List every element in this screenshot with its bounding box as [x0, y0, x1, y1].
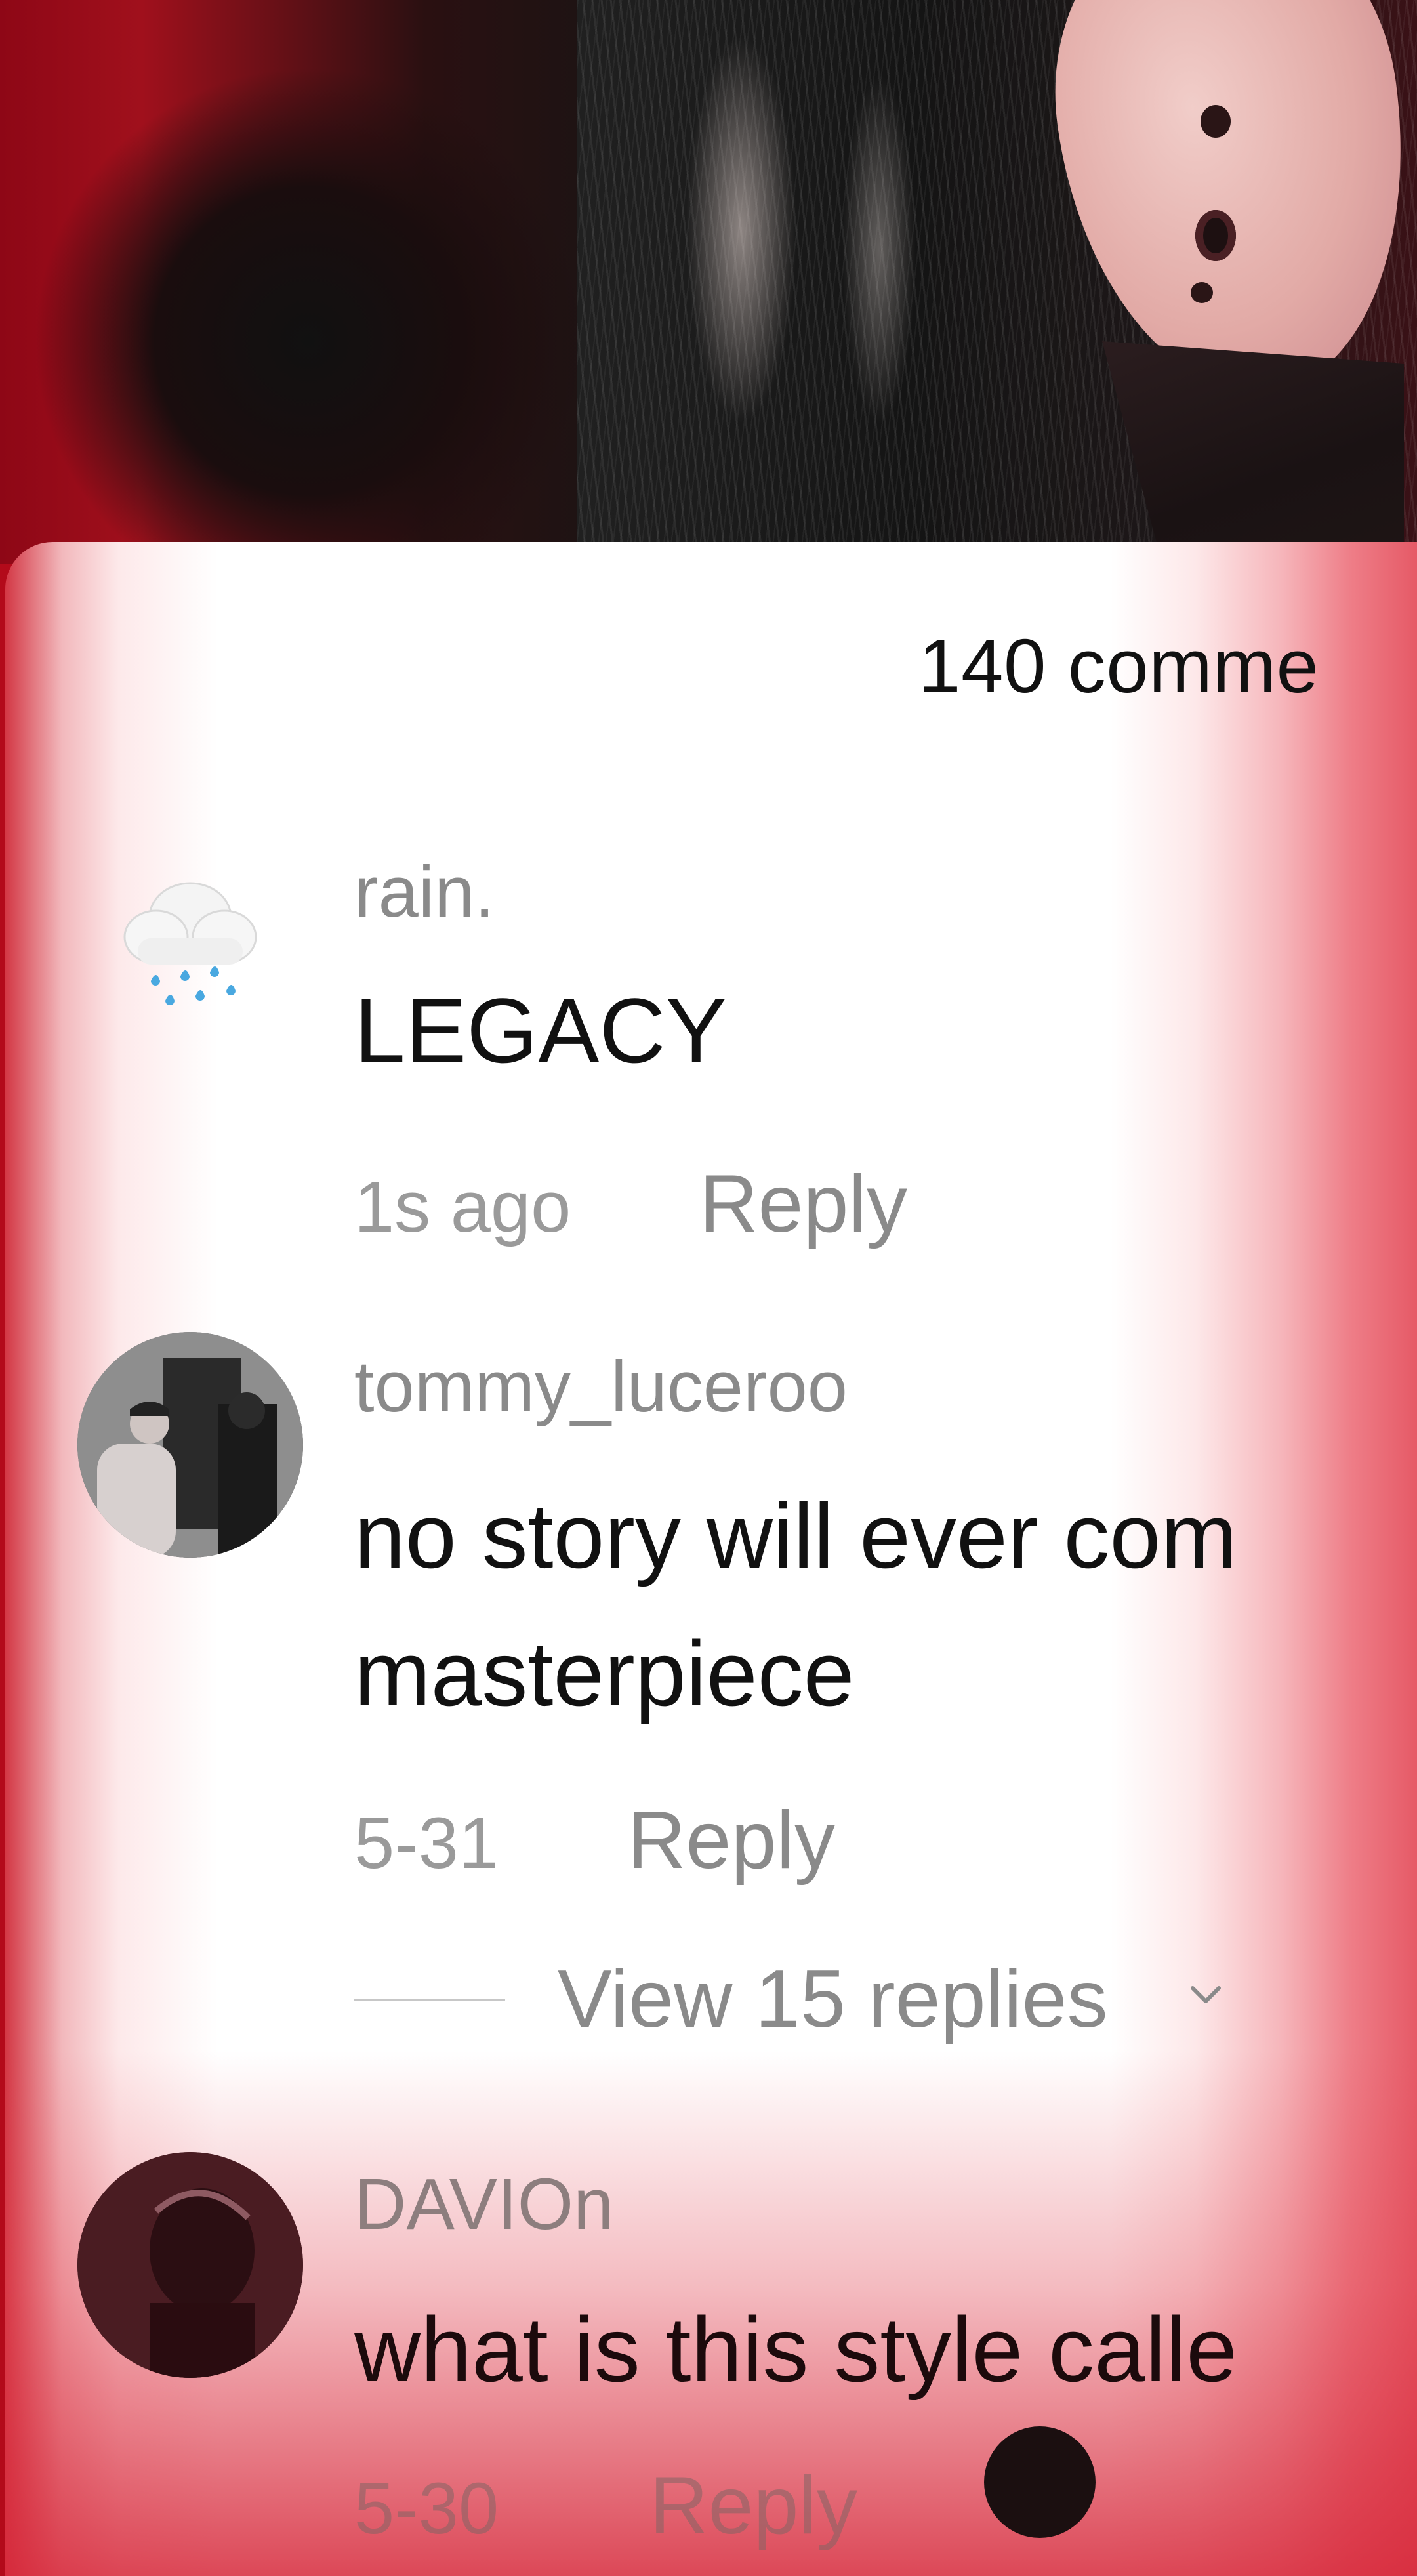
chevron-down-icon[interactable]	[1186, 1975, 1225, 2014]
comment-username[interactable]: rain.	[354, 850, 495, 934]
comment-text-line: no story will ever com	[354, 1484, 1237, 1587]
avatar[interactable]	[77, 2152, 303, 2378]
comment-time: 5-31	[354, 1803, 499, 1884]
comment-time: 5-30	[354, 2468, 499, 2549]
avatar[interactable]	[77, 1332, 303, 1558]
comment-text: LEGACY	[354, 979, 727, 1082]
avatar-photo	[77, 2152, 303, 2378]
reply-button[interactable]: Reply	[627, 1794, 835, 1887]
cloud-with-rain-icon[interactable]	[118, 866, 262, 1017]
comment-text: what is this style calle	[354, 2298, 1238, 2401]
reply-button[interactable]: Reply	[649, 2459, 857, 2552]
avatar[interactable]	[984, 2426, 1096, 2538]
comment-username[interactable]: tommy_luceroo	[354, 1345, 848, 1428]
artwork-chin	[1191, 282, 1213, 303]
view-replies-button[interactable]: View 15 replies	[558, 1953, 1108, 2046]
artwork-mouth	[1195, 210, 1236, 261]
view-replies-divider	[354, 1999, 505, 2001]
avatar-photo	[77, 1332, 303, 1558]
comment-username[interactable]: DAVIOn	[354, 2163, 613, 2246]
artwork-nose	[1201, 105, 1231, 138]
comment-count: 140 comme	[918, 623, 1319, 709]
reply-button[interactable]: Reply	[699, 1157, 907, 1251]
comment-time: 1s ago	[354, 1167, 571, 1247]
video-frame[interactable]	[0, 0, 1417, 564]
comment-text-line: masterpiece	[354, 1622, 855, 1725]
